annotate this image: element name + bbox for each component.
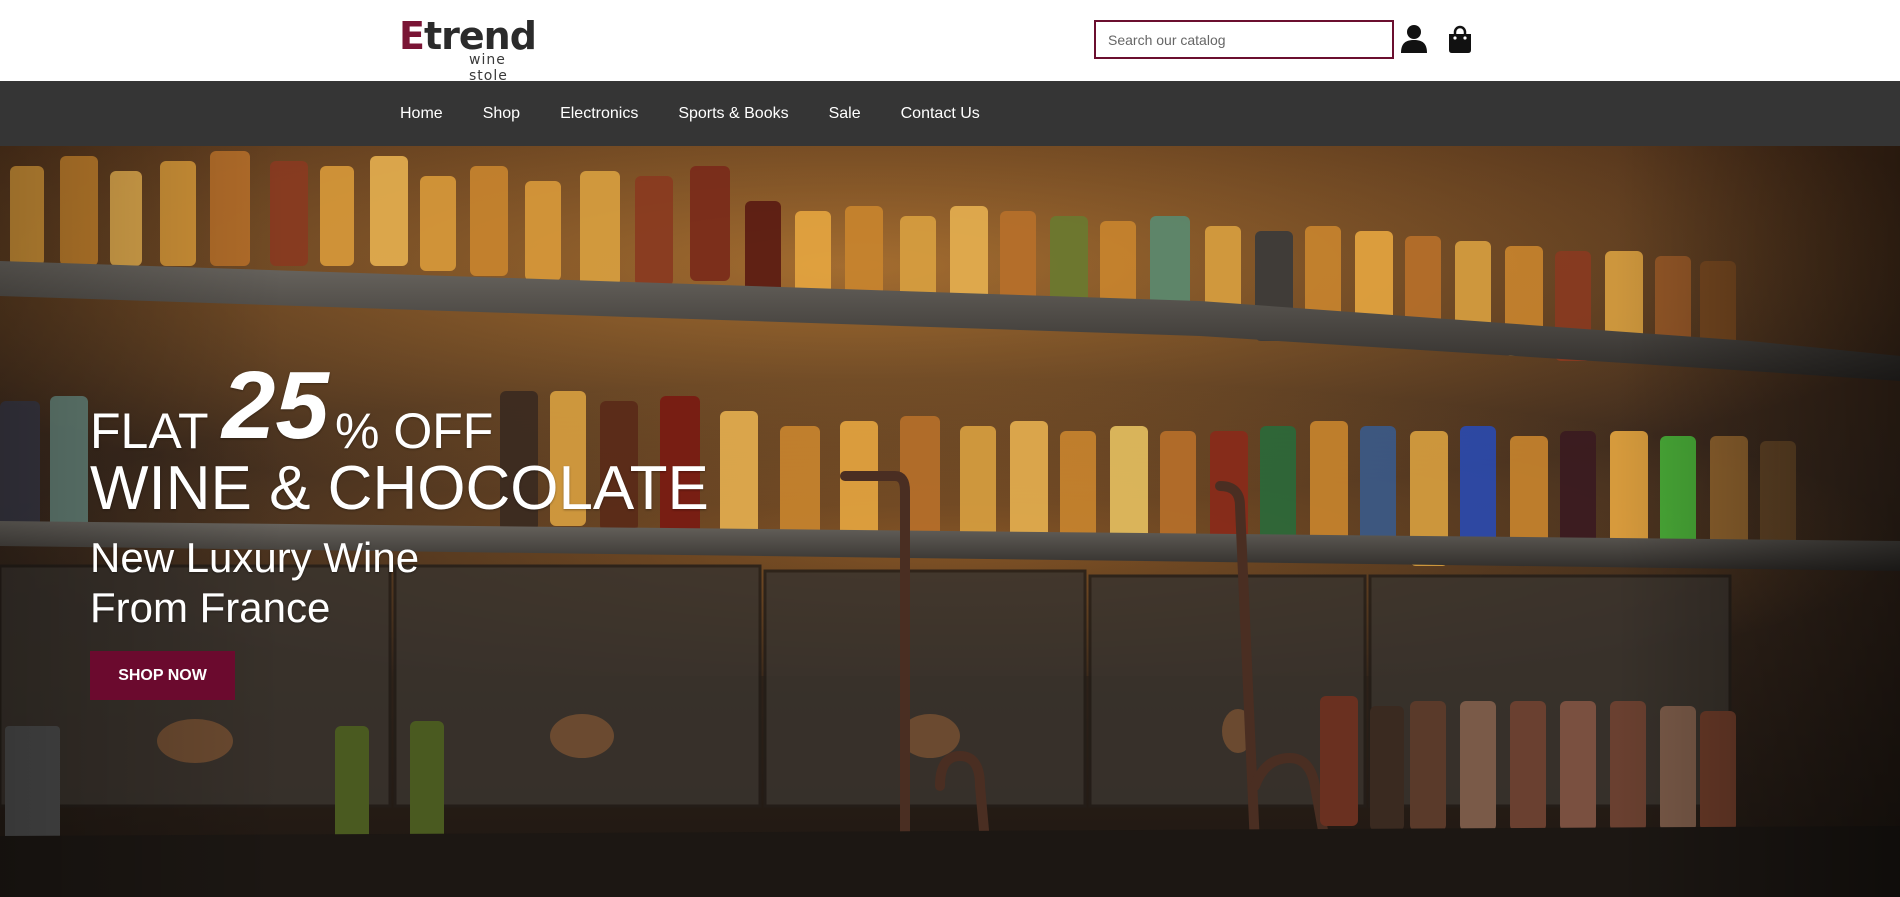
search-input[interactable] (1096, 22, 1392, 57)
hero-tagline: New Luxury Wine From France (90, 533, 510, 633)
promo-headline: WINE & CHOCOLATE (90, 454, 709, 523)
shopping-bag-icon[interactable] (1446, 24, 1474, 54)
hero-banner: FLAT 25 % OFF WINE & CHOCOLATE New Luxur… (0, 146, 1900, 897)
hero-tagline-line-1: New Luxury Wine (90, 534, 420, 581)
search-box (1094, 20, 1394, 59)
nav-item-home[interactable]: Home (400, 105, 443, 123)
site-logo[interactable]: Etrend wine stole (399, 14, 549, 84)
shop-now-button[interactable]: SHOP NOW (90, 651, 235, 700)
hero-tagline-line-2: From France (90, 584, 331, 631)
nav-item-contact[interactable]: Contact Us (901, 105, 980, 123)
nav-item-electronics[interactable]: Electronics (560, 105, 638, 123)
nav-list: Home Shop Electronics Sports & Books Sal… (400, 81, 1020, 146)
nav-item-shop[interactable]: Shop (483, 105, 520, 123)
promo-percent-off: % OFF (335, 403, 494, 459)
site-header: Etrend wine stole (0, 0, 1900, 84)
logo-wordmark-e: E (399, 14, 425, 58)
user-icon[interactable] (1400, 24, 1428, 54)
main-nav: Home Shop Electronics Sports & Books Sal… (0, 81, 1900, 146)
nav-item-sports-books[interactable]: Sports & Books (678, 105, 788, 123)
nav-item-sale[interactable]: Sale (829, 105, 861, 123)
promo-discount-number: 25 (222, 352, 329, 459)
promo-flat-text: FLAT (90, 403, 209, 459)
logo-tagline: wine stole (469, 52, 508, 84)
